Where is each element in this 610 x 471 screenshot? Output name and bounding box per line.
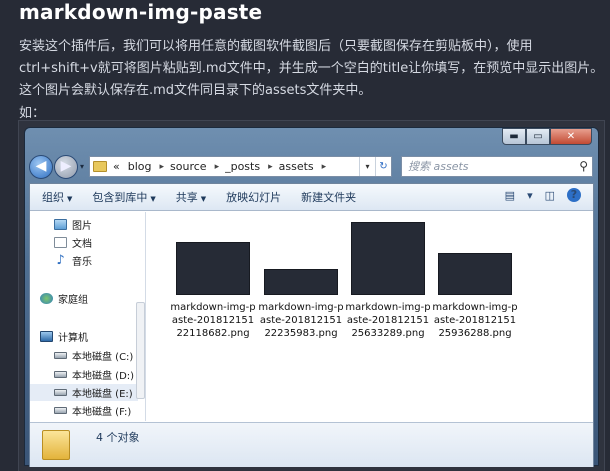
refresh-icon[interactable]: ↻ — [375, 157, 391, 176]
breadcrumb-overflow[interactable]: « — [113, 160, 120, 173]
breadcrumb-separator[interactable]: ▸ — [160, 162, 165, 172]
breadcrumb-separator[interactable]: ▸ — [268, 162, 273, 172]
nav-item-homegroup[interactable]: 家庭组 — [40, 291, 88, 306]
minimize-button[interactable]: ▬ — [502, 128, 526, 145]
details-pane: 4 个对象 — [30, 422, 593, 467]
slideshow-button[interactable]: 放映幻灯片 — [226, 189, 281, 205]
file-name: markdown-img-paste-20181215122235983.png — [258, 302, 344, 339]
nav-item-disk-f[interactable]: 本地磁盘 (F:) — [54, 403, 131, 418]
navigation-pane: 图片 文档 ♪ 音乐 家庭组 计算机 本地磁盘 (C:) 本地磁盘 (D:) 本地… — [30, 212, 146, 421]
breadcrumb-blog[interactable]: blog — [128, 160, 152, 173]
address-dropdown-icon[interactable]: ▾ — [359, 157, 375, 176]
image-thumbnail — [351, 222, 425, 295]
search-placeholder: 搜索 assets — [408, 160, 469, 173]
view-options-icon[interactable]: ▤ — [505, 189, 515, 202]
file-name: markdown-img-paste-20181215125936288.png — [432, 302, 518, 339]
breadcrumb-separator[interactable]: ▸ — [322, 162, 327, 172]
file-item[interactable]: markdown-img-paste-20181215122235983.png — [258, 222, 344, 340]
nav-item-disk-e[interactable]: 本地磁盘 (E:) — [30, 384, 138, 401]
explorer-window: ▬ ▭ ✕ ◀ ▶ ▾ « blog ▸ source ▸ _posts ▸ a… — [24, 127, 599, 467]
file-name: markdown-img-paste-20181215125633289.png — [345, 302, 431, 339]
nav-label: 音乐 — [72, 257, 92, 268]
drive-icon — [54, 389, 67, 396]
image-thumbnail — [176, 242, 250, 295]
documents-icon — [54, 237, 67, 248]
nav-label: 本地磁盘 (F:) — [72, 407, 132, 418]
caret-down-icon: ▼ — [200, 195, 207, 203]
maximize-button[interactable]: ▭ — [526, 128, 550, 145]
preview-pane-icon[interactable]: ◫ — [545, 189, 555, 202]
address-actions: ▾ ↻ — [359, 157, 391, 176]
view-controls: ▤ ▾ ◫ ? — [505, 188, 593, 202]
share-label: 共享 — [175, 191, 198, 204]
share-menu[interactable]: 共享 ▼ — [176, 189, 206, 205]
search-icon[interactable]: ⚲ — [579, 157, 588, 176]
folder-icon — [42, 430, 70, 460]
nav-item-documents[interactable]: 文档 — [54, 235, 92, 250]
image-thumbnail — [264, 269, 338, 295]
nav-scrollbar[interactable] — [136, 302, 145, 399]
nav-item-disk-d[interactable]: 本地磁盘 (D:) — [54, 367, 134, 382]
nav-label: 本地磁盘 (C:) — [72, 352, 134, 363]
explorer-client-area: 组织 ▼ 包含到库中 ▼ 共享 ▼ 放映幻灯片 新建文件夹 ▤ ▾ ◫ ? 图片 文档… — [29, 183, 594, 467]
window-caption-buttons: ▬ ▭ ✕ — [502, 128, 592, 145]
music-icon: ♪ — [56, 253, 65, 268]
nav-item-disk-c[interactable]: 本地磁盘 (C:) — [54, 348, 133, 363]
nav-label: 图片 — [72, 221, 92, 232]
search-input[interactable]: 搜索 assets ⚲ — [401, 156, 593, 177]
nav-item-pictures[interactable]: 图片 — [54, 217, 92, 232]
file-item[interactable]: markdown-img-paste-20181215125936288.png — [432, 222, 518, 340]
new-folder-button[interactable]: 新建文件夹 — [301, 189, 356, 205]
item-count: 4 个对象 — [96, 431, 140, 444]
nav-label: 本地磁盘 (D:) — [72, 371, 135, 382]
breadcrumb-posts[interactable]: _posts — [225, 160, 260, 173]
folder-icon — [93, 161, 107, 172]
drive-icon — [54, 371, 67, 378]
address-bar[interactable]: « blog ▸ source ▸ _posts ▸ assets ▸ ▾ ↻ — [89, 156, 392, 177]
breadcrumb-assets[interactable]: assets — [279, 160, 314, 173]
nav-item-music[interactable]: ♪ 音乐 — [54, 253, 92, 268]
image-thumbnail — [438, 253, 512, 295]
close-button[interactable]: ✕ — [550, 128, 592, 145]
caret-down-icon: ▼ — [67, 195, 73, 203]
file-item[interactable]: markdown-img-paste-20181215125633289.png — [345, 222, 431, 340]
caret-down-icon: ▼ — [150, 195, 156, 203]
file-list: markdown-img-paste-20181215122118682.png… — [147, 212, 593, 421]
address-row: ◀ ▶ ▾ « blog ▸ source ▸ _posts ▸ assets … — [29, 153, 594, 181]
nav-label: 文档 — [72, 239, 92, 250]
view-dropdown-icon[interactable]: ▾ — [527, 189, 533, 202]
computer-icon — [40, 331, 53, 342]
pictures-icon — [54, 219, 67, 230]
help-icon[interactable]: ? — [567, 188, 581, 202]
homegroup-icon — [40, 293, 53, 304]
include-in-library-menu[interactable]: 包含到库中 ▼ — [92, 189, 155, 205]
page-title: markdown-img-paste — [19, 0, 263, 24]
recent-pages-dropdown[interactable]: ▾ — [80, 162, 84, 171]
nav-label: 家庭组 — [58, 295, 88, 306]
command-bar: 组织 ▼ 包含到库中 ▼ 共享 ▼ 放映幻灯片 新建文件夹 ▤ ▾ ◫ ? — [30, 184, 593, 211]
breadcrumb-source[interactable]: source — [170, 160, 207, 173]
include-label: 包含到库中 — [92, 191, 148, 204]
description-paragraph: 安装这个插件后，我们可以将用任意的截图软件截图后（只要截图保存在剪贴板中），使用… — [19, 39, 604, 98]
drive-icon — [54, 407, 67, 414]
breadcrumb-separator[interactable]: ▸ — [215, 162, 220, 172]
nav-label: 本地磁盘 (E:) — [72, 389, 133, 400]
nav-item-computer[interactable]: 计算机 — [40, 329, 88, 344]
example-label: 如： — [19, 106, 46, 121]
organize-menu[interactable]: 组织 ▼ — [42, 189, 72, 205]
back-button[interactable]: ◀ — [29, 155, 53, 179]
nav-label: 计算机 — [58, 333, 88, 344]
screenshot-frame: ▬ ▭ ✕ ◀ ▶ ▾ « blog ▸ source ▸ _posts ▸ a… — [18, 120, 605, 471]
drive-icon — [54, 352, 67, 359]
forward-button[interactable]: ▶ — [54, 155, 78, 179]
file-name: markdown-img-paste-20181215122118682.png — [170, 302, 256, 339]
file-item[interactable]: markdown-img-paste-20181215122118682.png — [170, 222, 256, 340]
organize-label: 组织 — [42, 191, 64, 204]
